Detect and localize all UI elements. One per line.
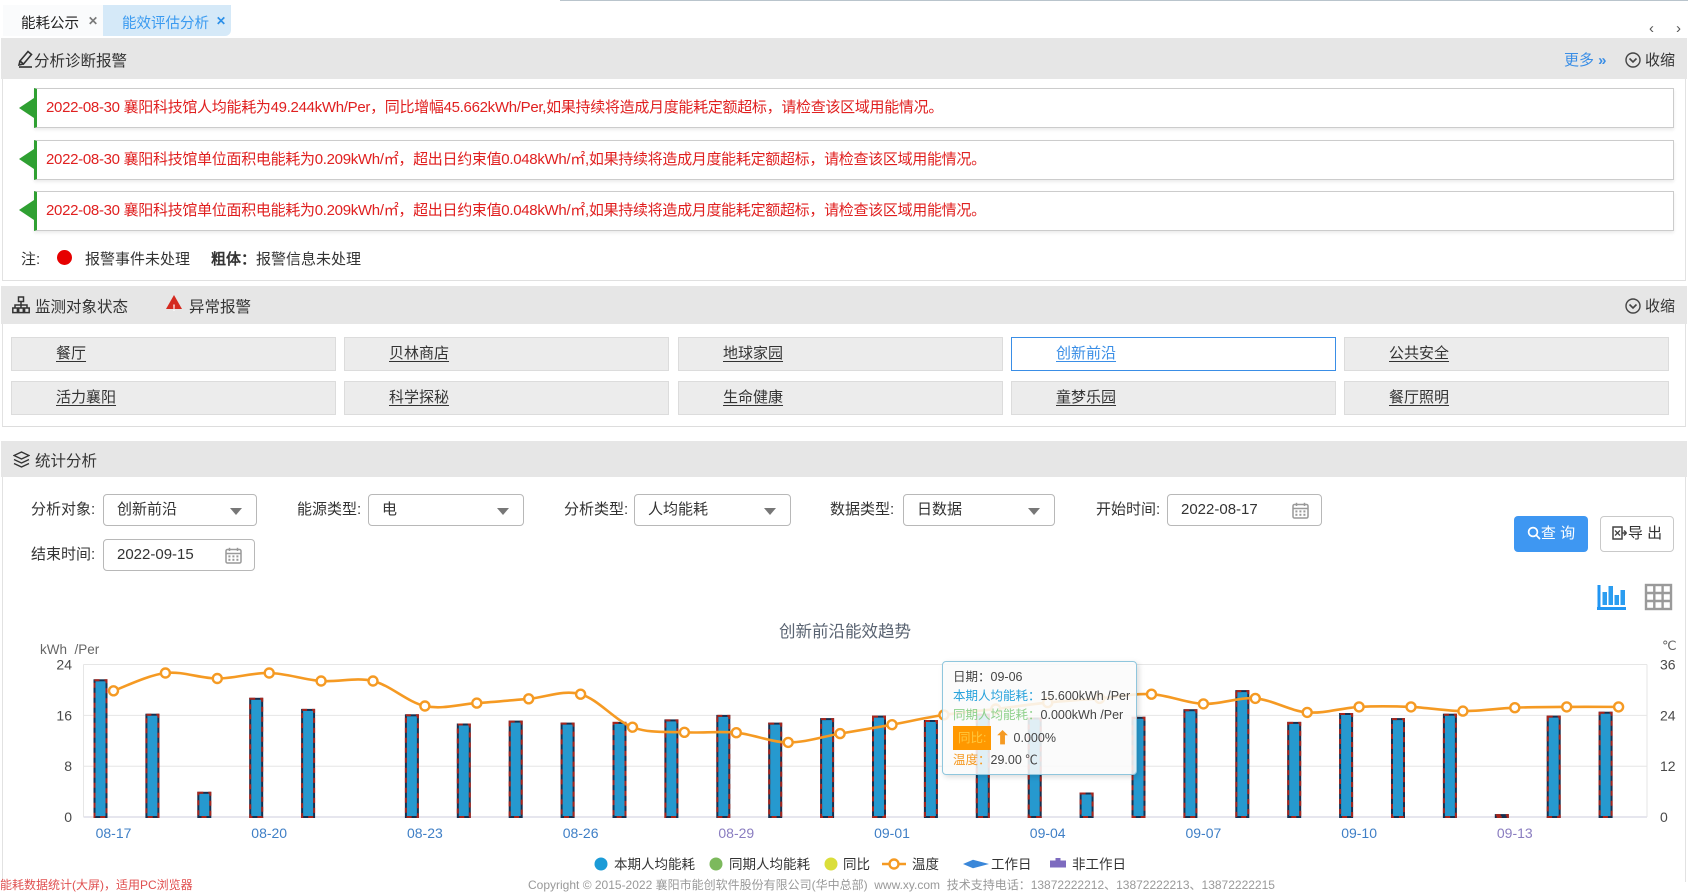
svg-text:08-26: 08-26 [563,825,599,841]
svg-text:工作日: 工作日 [991,857,1032,872]
svg-text:24: 24 [56,657,72,673]
svg-text:℃: ℃ [1662,638,1677,653]
svg-text:创新前沿能效趋势: 创新前沿能效趋势 [779,622,911,641]
svg-text:温度: 温度 [912,857,939,872]
svg-text:同比: 同比 [843,857,870,872]
svg-text:16: 16 [56,707,72,723]
svg-text:8: 8 [64,758,72,774]
svg-text:08-23: 08-23 [407,825,443,841]
svg-text:09-07: 09-07 [1185,825,1221,841]
svg-text:09-01: 09-01 [874,825,910,841]
svg-text:0: 0 [1660,809,1668,825]
svg-text:kWh /Per: kWh /Per [40,642,100,657]
svg-text:08-29: 08-29 [718,825,754,841]
svg-text:0: 0 [64,809,72,825]
svg-text:08-17: 08-17 [96,825,132,841]
svg-text:12: 12 [1660,758,1676,774]
svg-text:24: 24 [1660,707,1676,723]
svg-text:08-20: 08-20 [251,825,287,841]
svg-text:36: 36 [1660,657,1676,673]
svg-text:09-04: 09-04 [1030,825,1066,841]
svg-text:09-13: 09-13 [1497,825,1533,841]
svg-text:同期人均能耗: 同期人均能耗 [729,857,810,872]
svg-text:本期人均能耗: 本期人均能耗 [614,857,695,872]
svg-text:09-10: 09-10 [1341,825,1377,841]
svg-text:非工作日: 非工作日 [1072,857,1126,872]
